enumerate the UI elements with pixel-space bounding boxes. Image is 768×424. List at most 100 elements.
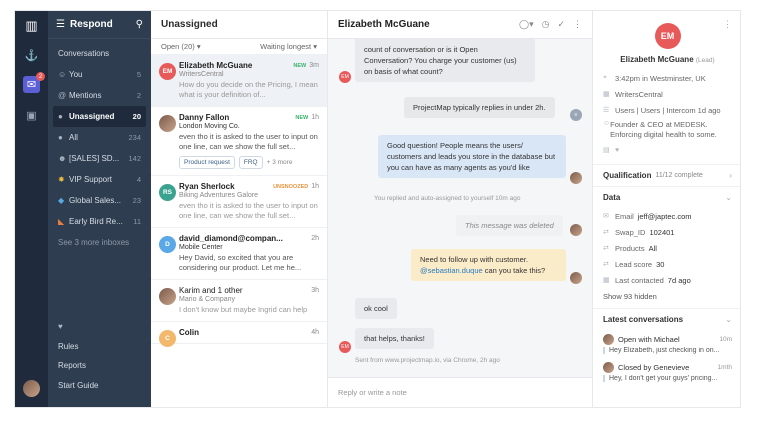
avatar: EM [654, 23, 681, 49]
message-note: Need to follow up with customer. @sebasti… [411, 249, 566, 281]
twitter-icon: ♥ [615, 146, 620, 154]
user-avatar[interactable] [23, 380, 40, 397]
avatar: EM [339, 341, 351, 353]
avatar-icon: ☺ [58, 70, 67, 79]
segments-row: ☰ Users | Users | Intercom 1d ago [603, 105, 721, 115]
app-window: ▥ ⚓ ✉ 2 ▣ ☰ Respond ⚲ Conversations ☺ You 5 … [14, 10, 741, 408]
list-item[interactable]: EM Elizabeth McGuane NEW 3m WritersCentral Ho… [151, 55, 327, 107]
avatar [570, 224, 582, 236]
avatar [159, 115, 176, 132]
swap-icon: ⇄ [603, 245, 609, 252]
swap-icon: ⇄ [603, 229, 609, 236]
message-deleted: This message was deleted [456, 215, 563, 236]
nav-item-global-sales[interactable]: ◆ Global Sales... 23 [48, 190, 151, 211]
conversation-list: Unassigned Open (20) ▾ Waiting longest ▾ … [151, 11, 328, 407]
list-title: Unassigned [151, 11, 327, 39]
book-icon[interactable]: ▣ [23, 107, 40, 124]
more-icon[interactable]: ⋮ [573, 19, 582, 30]
swap-row: ⇄ Swap_ID 102401 [603, 227, 675, 237]
bird-icon: ◣ [58, 217, 65, 226]
nav-item-sales[interactable]: ☻ [SALES] SD... 142 [48, 148, 151, 169]
list-toolbar: Open (20) ▾ Waiting longest ▾ [151, 39, 327, 55]
status-meta: You replied and auto-assigned to yoursel… [374, 195, 521, 202]
conversation-pane: Elizabeth McGuane ◯▾ ◷ ✓ ⋮ count of conversa… [328, 11, 593, 407]
nav-item-vip[interactable]: ✸ VIP Support 4 [48, 169, 151, 190]
message-agent: Good question! People means the users/ c… [378, 135, 566, 178]
open-filter[interactable]: Open (20) ▾ [161, 42, 260, 51]
list-item[interactable]: Karim and 1 other 3h Mario & Company I don'… [151, 280, 327, 322]
last-contacted-row: ▦ Last contacted 7d ago [603, 275, 691, 285]
list-item[interactable]: Danny Fallon NEW 1h London Moving Co. even t… [151, 107, 327, 176]
assign-avatar-icon[interactable]: ◯▾ [519, 19, 534, 30]
mention-link: @sebastian.duque [420, 266, 483, 275]
list-item[interactable]: RS Ryan Sherlock UNSNOOZED 1h Biking Adventu… [151, 176, 327, 228]
mention-icon: @ [58, 91, 67, 100]
mail-icon: ✉ [603, 213, 609, 220]
avatar: C [159, 330, 176, 347]
avatar [159, 288, 176, 305]
nav-title: Respond [69, 19, 113, 30]
location-row: ⌖ 3:42pm in Westminster, UK [603, 73, 706, 83]
avatar [570, 172, 582, 184]
message-user: ok cool [355, 298, 397, 319]
email-row: ✉ Email jeff@japtec.com [603, 211, 692, 221]
bio-row: ☺ Founder & CEO at MEDESK. Enforcing digi… [603, 120, 717, 139]
reply-input[interactable]: Reply or write a note [328, 377, 592, 407]
anchor-icon[interactable]: ⚓ [23, 47, 40, 64]
intercom-logo-icon[interactable]: ▥ [23, 17, 40, 34]
list-item[interactable]: Ddavid_diamond@compan... 2h Mobile Center H… [151, 228, 327, 280]
close-check-icon[interactable]: ✓ [557, 19, 565, 30]
inbox-nav: ☰ Respond ⚲ Conversations ☺ You 5 @ Mentions 2… [48, 11, 151, 407]
nav-item-mentions[interactable]: @ Mentions 2 [48, 85, 151, 106]
see-more-inboxes[interactable]: See 3 more inboxes [48, 232, 151, 253]
lead-score-row: ⇄ Lead score 30 [603, 259, 665, 269]
conversation-title: Elizabeth McGuane [338, 19, 430, 30]
avatar [603, 362, 614, 373]
show-hidden-link[interactable]: Show 93 hidden [593, 288, 740, 304]
user-name: Elizabeth McGuane (Lead) [620, 55, 715, 64]
search-icon[interactable]: ⚲ [136, 19, 143, 30]
facebook-icon: ▤ [603, 147, 610, 154]
app-rail: ▥ ⚓ ✉ 2 ▣ [15, 11, 48, 407]
star-icon: ✸ [58, 175, 65, 184]
nav-reports[interactable]: Reports [48, 355, 151, 376]
nav-item-all[interactable]: ● All 234 [48, 127, 151, 148]
swap-icon: ⇄ [603, 261, 609, 268]
people-icon: ● [58, 133, 63, 142]
message-bot: ProjectMap typically replies in under 2h… [404, 97, 555, 118]
message-user: count of conversation or is it Open Conv… [355, 39, 535, 82]
latest-conversations-section[interactable]: Latest conversations ⌄ [593, 308, 740, 330]
avatar: RS [159, 184, 176, 201]
nav-item-unassigned[interactable]: ● Unassigned 20 [53, 106, 146, 127]
building-icon: ▦ [603, 91, 610, 98]
latest-conversation-item[interactable]: Closed by Genevieve 1mth Hey, I don't get … [593, 358, 740, 386]
snooze-clock-icon[interactable]: ◷ [542, 19, 550, 30]
notification-badge: 2 [36, 72, 45, 81]
list-item[interactable]: C Colin 4h [151, 322, 327, 347]
data-section[interactable]: Data ⌄ [593, 186, 740, 208]
nav-rules[interactable]: Rules [48, 336, 151, 357]
avatar [603, 334, 614, 345]
person-icon: ☺ [603, 120, 611, 127]
team-icon: ☻ [58, 154, 67, 163]
more-icon[interactable]: ⋮ [723, 19, 732, 30]
products-row: ⇄ Products All [603, 243, 657, 253]
social-row: ▤ ♥ [593, 142, 740, 158]
tag-chip[interactable]: Product request [179, 156, 235, 169]
person-icon: ● [58, 112, 63, 121]
pin-icon: ⌖ [603, 74, 607, 81]
nav-start-guide[interactable]: Start Guide [48, 375, 151, 396]
nav-header: ☰ Respond ⚲ [48, 11, 151, 39]
latest-conversation-item[interactable]: Open with Michael 10m Hey Elizabeth, just … [593, 330, 740, 358]
heart-icon[interactable]: ♥ [48, 316, 79, 337]
nav-conversations[interactable]: Conversations [48, 43, 151, 64]
list-icon: ☰ [603, 107, 610, 114]
qualification-section[interactable]: Qualification 11/12 complete › [593, 164, 740, 186]
nav-item-early-bird[interactable]: ◣ Early Bird Re... 11 [48, 211, 151, 232]
user-sidebar: ⋮ EM Elizabeth McGuane (Lead) ⌖ 3:42pm in… [593, 11, 740, 407]
menu-icon[interactable]: ☰ [56, 19, 65, 30]
nav-item-you[interactable]: ☺ You 5 [48, 64, 151, 85]
sort-dropdown[interactable]: Waiting longest ▾ [260, 42, 317, 51]
company-row: ▦ WritersCentral [603, 89, 663, 99]
tag-chip[interactable]: FRQ [238, 156, 263, 169]
